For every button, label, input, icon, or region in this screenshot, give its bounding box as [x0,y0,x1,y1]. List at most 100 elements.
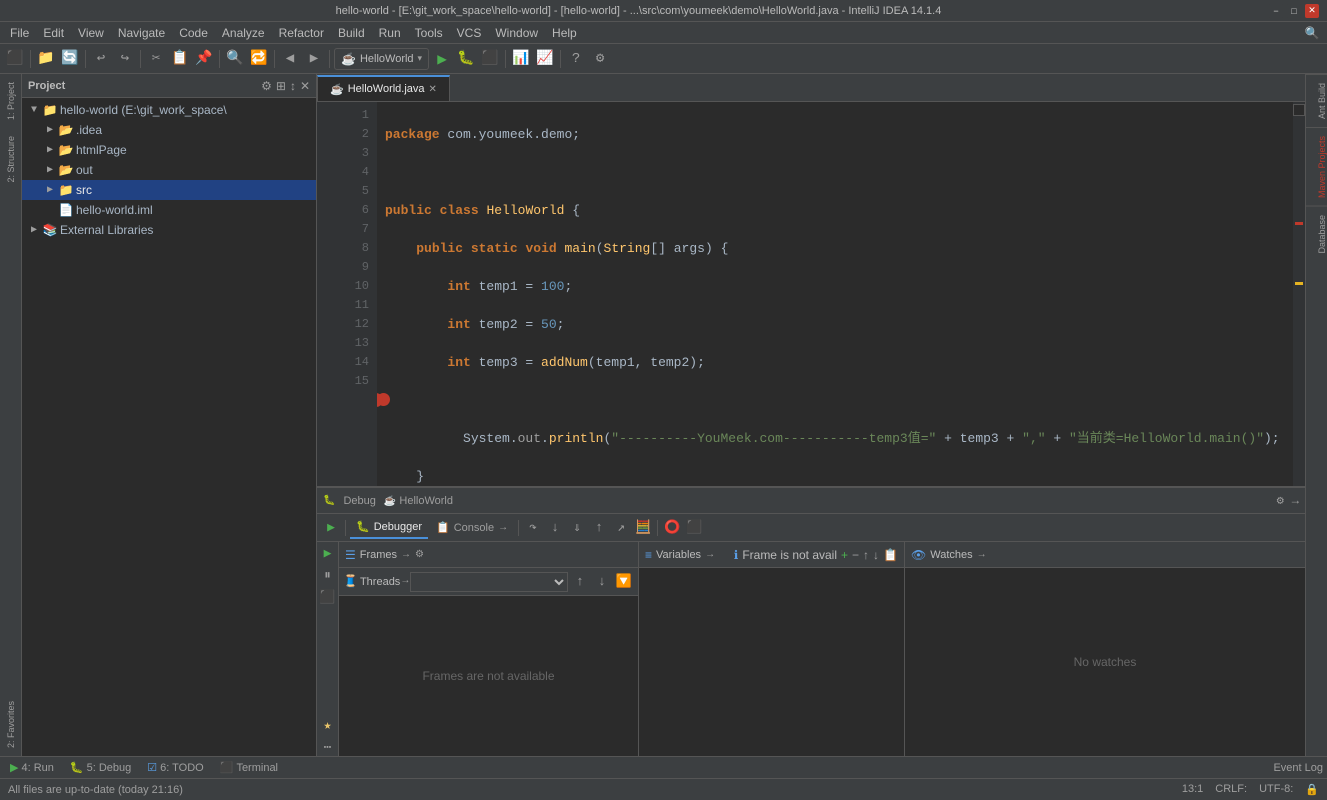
right-panel-maven[interactable]: Maven Projects [1306,127,1327,206]
search-everywhere-icon[interactable]: 🔍 [1301,22,1323,44]
debug-button[interactable]: 🐛 [455,48,477,70]
step-out-button[interactable]: ↑ [589,518,609,538]
step-into-button[interactable]: ↓ [545,518,565,538]
undo-icon[interactable]: ↩ [90,48,112,70]
sync-icon[interactable]: 🔄 [59,48,81,70]
frame-add-icon[interactable]: + [841,548,848,562]
tree-item-ext-libs[interactable]: ▶ 📚 External Libraries [22,220,316,240]
project-panel-settings-icon[interactable]: ⚙ [261,79,272,93]
tree-arrow-htmlpage[interactable]: ▶ [42,144,58,156]
close-button[interactable]: ✕ [1305,4,1319,18]
menu-tools[interactable]: Tools [409,24,449,42]
right-panel-ant-build[interactable]: Ant Build [1306,74,1327,127]
debug-star-icon[interactable]: ★ [319,716,337,734]
evaluate-button[interactable]: 🧮 [633,518,653,538]
debug-hide-icon[interactable]: → [1292,494,1299,508]
event-log-link[interactable]: Event Log [1273,762,1323,774]
help-icon[interactable]: ? [565,48,587,70]
menu-file[interactable]: File [4,24,35,42]
frames-filter-icon[interactable]: 🔽 [614,572,634,592]
run-tool-button[interactable]: ▶ 4: Run [4,759,60,777]
menu-code[interactable]: Code [173,24,214,42]
menu-analyze[interactable]: Analyze [216,24,271,42]
debug-stop-side-icon[interactable]: ⬛ [319,588,337,606]
debug-settings-icon[interactable]: ⚙ [1277,493,1284,508]
resume-button[interactable]: ▶ [321,518,341,538]
frames-down-icon[interactable]: ↓ [592,572,612,592]
left-tab-favorites[interactable]: 2: Favorites [0,693,22,756]
menu-edit[interactable]: Edit [37,24,70,42]
menu-vcs[interactable]: VCS [451,24,488,42]
debugger-tab[interactable]: 🐛 Debugger [350,517,428,539]
tree-arrow-src[interactable]: ▶ [42,184,58,196]
menu-run[interactable]: Run [373,24,407,42]
open-icon[interactable]: 📁 [35,48,57,70]
frames-dropdown[interactable] [410,572,568,592]
redo-icon[interactable]: ↪ [114,48,136,70]
forward-icon[interactable]: ▶ [303,48,325,70]
threads-label[interactable]: Threads [360,576,400,588]
stop-icon[interactable]: ⬛ [479,48,501,70]
force-step-into-button[interactable]: ⇓ [567,518,587,538]
menu-view[interactable]: View [72,24,110,42]
debug-pause-icon[interactable]: ⏸ [319,566,337,584]
step-over-button[interactable]: ↷ [523,518,543,538]
run-to-cursor-button[interactable]: ↗ [611,518,631,538]
frame-copy-icon[interactable]: 📋 [883,548,898,562]
menu-refactor[interactable]: Refactor [273,24,330,42]
stop-debug-button[interactable]: ⬛ [684,518,704,538]
todo-tool-button[interactable]: ☑ 6: TODO [141,759,209,777]
cut-icon[interactable]: ✂ [145,48,167,70]
debug-hello-world-tab[interactable]: ☕ HelloWorld [384,495,453,507]
menu-navigate[interactable]: Navigate [112,24,171,42]
code-editor[interactable]: 1 2 3 4 5 6 7 8 9 10 11 12 13 [317,102,1305,486]
tree-arrow-root[interactable]: ▼ [26,105,42,116]
tree-item-out[interactable]: ▶ 📂 out [22,160,316,180]
tree-item-htmlpage[interactable]: ▶ 📂 htmlPage [22,140,316,160]
frame-up-icon[interactable]: ↑ [863,548,869,562]
right-panel-database[interactable]: Database [1306,206,1327,262]
tree-item-root[interactable]: ▼ 📁 hello-world (E:\git_work_space\ [22,100,316,120]
tab-helloworld[interactable]: ☕ HelloWorld.java ✕ [317,75,450,101]
tab-close-icon[interactable]: ✕ [429,84,437,95]
debug-tool-button[interactable]: 🐛 5: Debug [64,759,137,777]
tree-arrow-out[interactable]: ▶ [42,164,58,176]
menu-build[interactable]: Build [332,24,371,42]
left-tab-project[interactable]: 1: Project [0,74,22,128]
project-panel-expand-icon[interactable]: ↕ [290,79,296,93]
menu-window[interactable]: Window [489,24,544,42]
project-panel-close-icon[interactable]: ✕ [300,79,310,93]
mute-breakpoints-button[interactable]: ⭕ [662,518,682,538]
replace-icon[interactable]: 🔁 [248,48,270,70]
tree-arrow-idea[interactable]: ▶ [42,124,58,136]
frames-settings-icon[interactable]: ⚙ [415,549,424,560]
project-panel-layout-icon[interactable]: ⊞ [276,79,286,93]
settings-icon[interactable]: ⚙ [589,48,611,70]
find-icon[interactable]: 🔍 [224,48,246,70]
console-tab[interactable]: 📋 Console → [430,517,514,539]
menu-help[interactable]: Help [546,24,583,42]
frame-down-icon[interactable]: ↓ [873,548,879,562]
run-config-selector[interactable]: ☕ HelloWorld ▾ [334,48,429,70]
tree-item-src[interactable]: ▶ 📁 src [22,180,316,200]
debug-label[interactable]: Debug [343,495,375,507]
paste-icon[interactable]: 📌 [193,48,215,70]
code-area[interactable]: package com.youmeek.demo; public class H… [377,102,1293,486]
back-icon[interactable]: ◀ [279,48,301,70]
maximize-button[interactable]: □ [1287,4,1301,18]
frames-up-icon[interactable]: ↑ [570,572,590,592]
frame-minus-icon[interactable]: − [852,548,859,562]
left-tab-structure[interactable]: 2: Structure [0,128,22,191]
run-button[interactable]: ▶ [431,48,453,70]
debug-resume-side-icon[interactable]: ▶ [319,544,337,562]
tree-item-iml[interactable]: ▶ 📄 hello-world.iml [22,200,316,220]
profile-icon[interactable]: 📈 [534,48,556,70]
copy-icon[interactable]: 📋 [169,48,191,70]
debug-more-icon[interactable]: ⋯ [319,738,337,756]
new-project-icon[interactable]: ⬛ [4,48,26,70]
tree-arrow-ext-libs[interactable]: ▶ [26,224,42,236]
minimize-button[interactable]: − [1269,4,1283,18]
coverage-icon[interactable]: 📊 [510,48,532,70]
tree-item-idea[interactable]: ▶ 📂 .idea [22,120,316,140]
terminal-tool-button[interactable]: ⬛ Terminal [214,759,284,777]
